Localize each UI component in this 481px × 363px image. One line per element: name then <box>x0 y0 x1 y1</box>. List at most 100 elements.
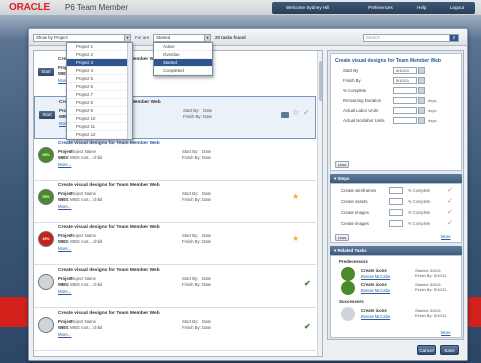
field-input[interactable]: 5/10/11 <box>393 67 417 74</box>
oracle-logo: ORACLE <box>9 2 51 13</box>
status-menu-item[interactable]: Started <box>154 59 212 67</box>
nav-help[interactable]: Help <box>417 5 426 10</box>
field-picker-button[interactable] <box>418 117 425 124</box>
chevron-down-icon[interactable]: ▾ <box>124 35 130 41</box>
task-row[interactable]: Create visual designs for Team Member We… <box>34 308 316 351</box>
related-dates: Started: 5/6/11 Finish By: 5/10/11 <box>415 282 447 292</box>
start-button[interactable]: Start <box>39 111 55 119</box>
nav-preferences[interactable]: Preferences <box>368 5 393 10</box>
project-menu-item[interactable]: Project 2 <box>67 51 132 59</box>
field-input[interactable]: 5/10/11 <box>393 77 417 84</box>
show-by-select[interactable]: Show by Project ▾ <box>33 34 131 42</box>
wbs-line: WBS:WBS root... child <box>58 239 102 245</box>
step-percent-input[interactable] <box>389 220 403 227</box>
step-percent-input[interactable] <box>389 209 403 216</box>
wbs-value: WBS root... child <box>70 239 102 244</box>
more-link[interactable]: More... <box>58 246 71 251</box>
steps-less-button[interactable]: Less <box>335 234 349 241</box>
show-by-value: Project <box>54 35 68 40</box>
step-check-icon[interactable]: ✓ <box>447 209 453 216</box>
scroll-thumb[interactable] <box>319 61 322 101</box>
less-button[interactable]: Less <box>335 161 349 168</box>
star-icon[interactable]: ★ <box>292 235 299 243</box>
task-row[interactable]: 25% Create visual designs for Team Member… <box>34 222 316 265</box>
star-icon[interactable]: ★ <box>292 193 299 201</box>
project-menu-item[interactable]: Project 10 <box>67 115 132 123</box>
check-icon[interactable]: ✔ <box>304 280 311 288</box>
star-outline-icon[interactable]: ☆ <box>292 109 299 117</box>
related-assignee-link[interactable]: Bonnie McCabe <box>361 274 390 279</box>
task-title[interactable]: Create visual designs for Team Member We… <box>58 311 160 316</box>
project-menu-item[interactable]: Project 1 <box>67 43 132 51</box>
project-menu-item[interactable]: Project 6 <box>67 83 132 91</box>
finish-label: Finish By: <box>182 239 201 244</box>
project-menu-item[interactable]: Project 5 <box>67 75 132 83</box>
field-picker-button[interactable] <box>418 67 425 74</box>
step-check-icon[interactable]: ✓ <box>447 220 453 227</box>
field-label: Actual Nonlabor Units <box>343 118 385 123</box>
chevron-down-icon[interactable]: ▾ <box>204 35 210 41</box>
project-menu-item[interactable]: Project 8 <box>67 99 132 107</box>
task-row[interactable]: Create visual designs for Team Member We… <box>34 265 316 308</box>
related-tasks-header[interactable]: ▾ Related Tasks <box>330 246 462 255</box>
task-row[interactable]: 25% Create visual designs for Team Member… <box>34 180 316 223</box>
save-button[interactable]: Save <box>440 345 459 355</box>
step-check-icon[interactable]: ✓ <box>447 187 453 194</box>
related-task-name[interactable]: Create icons <box>361 268 387 273</box>
task-title[interactable]: Create visual designs for Team Member We… <box>58 183 160 188</box>
steps-header[interactable]: ▾ Steps <box>330 174 462 183</box>
related-assignee-link[interactable]: Bonnie McCabe <box>361 314 390 319</box>
step-check-icon[interactable]: ✓ <box>447 198 453 205</box>
related-task-name[interactable]: Create icons <box>361 282 387 287</box>
project-menu-item[interactable]: Project 3 <box>67 59 132 67</box>
wbs-value: WBS root... child <box>70 325 102 330</box>
related-finish-label: Finish By: <box>415 313 433 318</box>
notes-icon[interactable] <box>281 112 289 118</box>
project-menu-item[interactable]: Project 4 <box>67 67 132 75</box>
search-input[interactable]: Search ⚲ <box>363 34 459 42</box>
status-menu-item[interactable]: Active <box>154 43 212 51</box>
search-icon[interactable]: ⚲ <box>449 35 458 41</box>
steps-more-link[interactable]: More <box>441 234 451 239</box>
dropdown-scrollbar[interactable] <box>127 43 132 139</box>
panel-title: Create visual designs for Team Member We… <box>335 58 441 64</box>
step-percent-input[interactable] <box>389 198 403 205</box>
field-picker-button[interactable] <box>418 107 425 114</box>
task-title[interactable]: Create visual designs for Team Member We… <box>58 225 160 230</box>
nav-logout[interactable]: Logout <box>450 5 464 10</box>
more-link[interactable]: More... <box>58 162 71 167</box>
check-icon[interactable]: ✔ <box>304 323 311 331</box>
list-scrollbar[interactable] <box>317 51 322 356</box>
start-button[interactable]: Start <box>38 68 54 76</box>
related-task-name[interactable]: Create icons <box>361 308 387 313</box>
related-more-link[interactable]: More <box>441 330 451 335</box>
project-menu-item[interactable]: Project 11 <box>67 123 132 131</box>
field-input[interactable] <box>393 87 417 94</box>
related-assignee-link[interactable]: Bonnie McCabe <box>361 288 390 293</box>
finish-date: Finish By:Date <box>182 239 211 245</box>
field-picker-button[interactable] <box>418 87 425 94</box>
field-picker-button[interactable] <box>418 97 425 104</box>
field-input[interactable] <box>393 117 417 124</box>
cancel-button[interactable]: Cancel <box>417 345 436 355</box>
wbs-label: WBS: <box>58 197 70 202</box>
task-title[interactable]: Create visual designs for Team Member We… <box>58 268 160 273</box>
project-menu-item[interactable]: Project 9 <box>67 107 132 115</box>
more-link[interactable]: More... <box>58 204 71 209</box>
status-select[interactable]: Started ▾ <box>153 34 211 42</box>
more-link[interactable]: More... <box>58 289 71 294</box>
project-menu-item[interactable]: Project 7 <box>67 91 132 99</box>
field-input[interactable] <box>393 97 417 104</box>
step-percent-input[interactable] <box>389 187 403 194</box>
field-picker-button[interactable] <box>418 77 425 84</box>
check-outline-icon[interactable]: ✓ <box>303 109 310 117</box>
step-percent-label: % Complete <box>408 221 431 226</box>
task-row[interactable]: 25% Create visual designs for Team Member… <box>34 138 316 181</box>
task-title-link[interactable]: Create visual designs for Team Member We… <box>58 141 160 146</box>
status-menu-item[interactable]: Overdue <box>154 51 212 59</box>
status-menu-item[interactable]: Completed <box>154 67 212 75</box>
status-value: Started <box>156 35 171 40</box>
project-menu-item[interactable]: Project 12 <box>67 131 132 139</box>
more-link[interactable]: More... <box>58 332 71 337</box>
field-input[interactable] <box>393 107 417 114</box>
